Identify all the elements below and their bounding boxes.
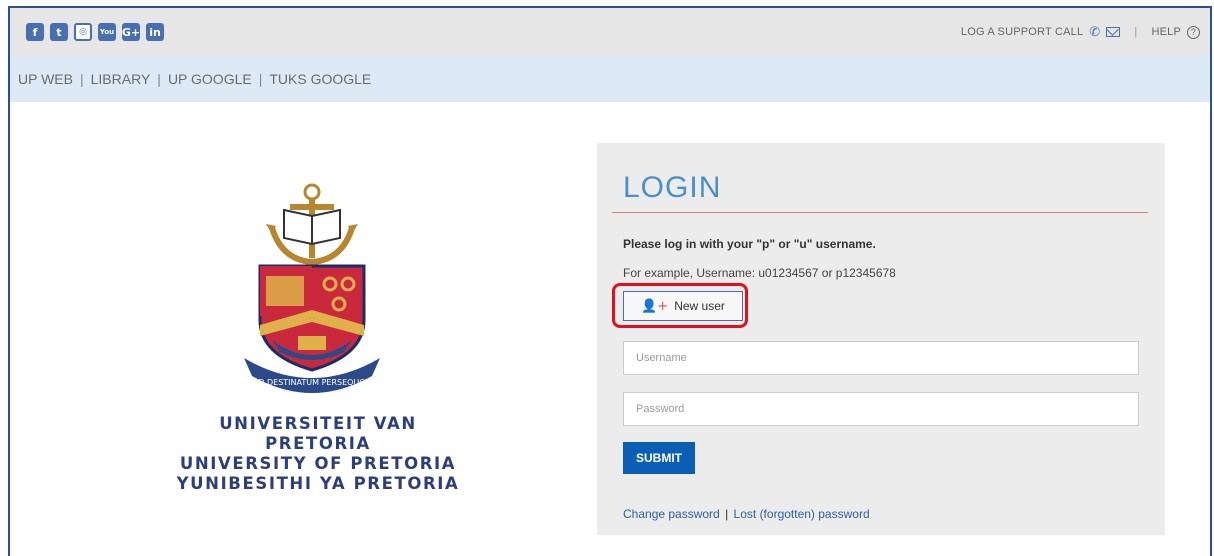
phone-icon[interactable]: ✆ [1089, 24, 1100, 40]
mail-icon[interactable] [1106, 27, 1121, 37]
password-links: Change password | Lost (forgotten) passw… [623, 507, 870, 521]
new-user-label: New user [674, 299, 725, 313]
shield-icon [258, 264, 366, 372]
youtube-icon[interactable]: You [98, 23, 116, 41]
quick-links-bar: UP WEB | LIBRARY | UP GOOGLE | TUKS GOOG… [10, 56, 1210, 102]
support-call-link[interactable]: LOG A SUPPORT CALL [961, 26, 1083, 38]
top-right-links: LOG A SUPPORT CALL ✆ | HELP ? [961, 24, 1200, 40]
new-user-button[interactable]: 👤+ New user [623, 291, 743, 321]
links-separator: | [725, 507, 729, 521]
university-name-sepedi: YUNIBESITHI YA PRETORIA [176, 474, 460, 493]
login-instruction: Please log in with your "p" or "u" usern… [623, 237, 876, 251]
top-bar: f t ◎ You G+ in LOG A SUPPORT CALL ✆ | H… [10, 8, 1210, 56]
help-link[interactable]: HELP [1151, 26, 1181, 38]
login-title: LOGIN [623, 171, 722, 204]
university-name-afrikaans: UNIVERSITEIT VAN PRETORIA [219, 414, 417, 453]
username-input[interactable] [623, 341, 1139, 375]
googleplus-icon[interactable]: G+ [122, 23, 140, 41]
login-panel: LOGIN Please log in with your "p" or "u"… [597, 143, 1165, 535]
social-links: f t ◎ You G+ in [26, 23, 164, 41]
lost-password-link[interactable]: Lost (forgotten) password [734, 507, 870, 521]
twitter-icon[interactable]: t [50, 23, 68, 41]
nav-separator: | [258, 71, 263, 87]
facebook-icon[interactable]: f [26, 23, 44, 41]
book-icon [283, 208, 341, 246]
university-name-english: UNIVERSITY OF PRETORIA [179, 454, 457, 473]
nav-link-up-web[interactable]: UP WEB [18, 71, 73, 87]
linkedin-icon[interactable]: in [146, 23, 164, 41]
university-name: UNIVERSITEIT VAN PRETORIA UNIVERSITY OF … [168, 414, 468, 494]
nav-separator: | [79, 71, 84, 87]
top-separator: | [1134, 26, 1138, 38]
help-icon[interactable]: ? [1187, 25, 1200, 39]
university-crest-logo: AD DESTINATUM PERSEQUOR [244, 183, 380, 393]
nav-separator: | [157, 71, 161, 87]
instagram-icon[interactable]: ◎ [74, 23, 92, 41]
username-example: For example, Username: u01234567 or p123… [623, 266, 896, 280]
nav-link-library[interactable]: LIBRARY [91, 71, 151, 87]
title-divider [612, 212, 1148, 213]
change-password-link[interactable]: Change password [623, 507, 720, 521]
user-plus-icon: 👤+ [641, 298, 669, 314]
submit-button[interactable]: SUBMIT [623, 442, 695, 474]
page-frame: f t ◎ You G+ in LOG A SUPPORT CALL ✆ | H… [8, 6, 1212, 556]
nav-link-tuks-google[interactable]: TUKS GOOGLE [269, 71, 371, 87]
nav-link-up-google[interactable]: UP GOOGLE [168, 71, 252, 87]
motto-text: AD DESTINATUM PERSEQUOR [253, 378, 372, 387]
password-input[interactable] [623, 392, 1139, 426]
